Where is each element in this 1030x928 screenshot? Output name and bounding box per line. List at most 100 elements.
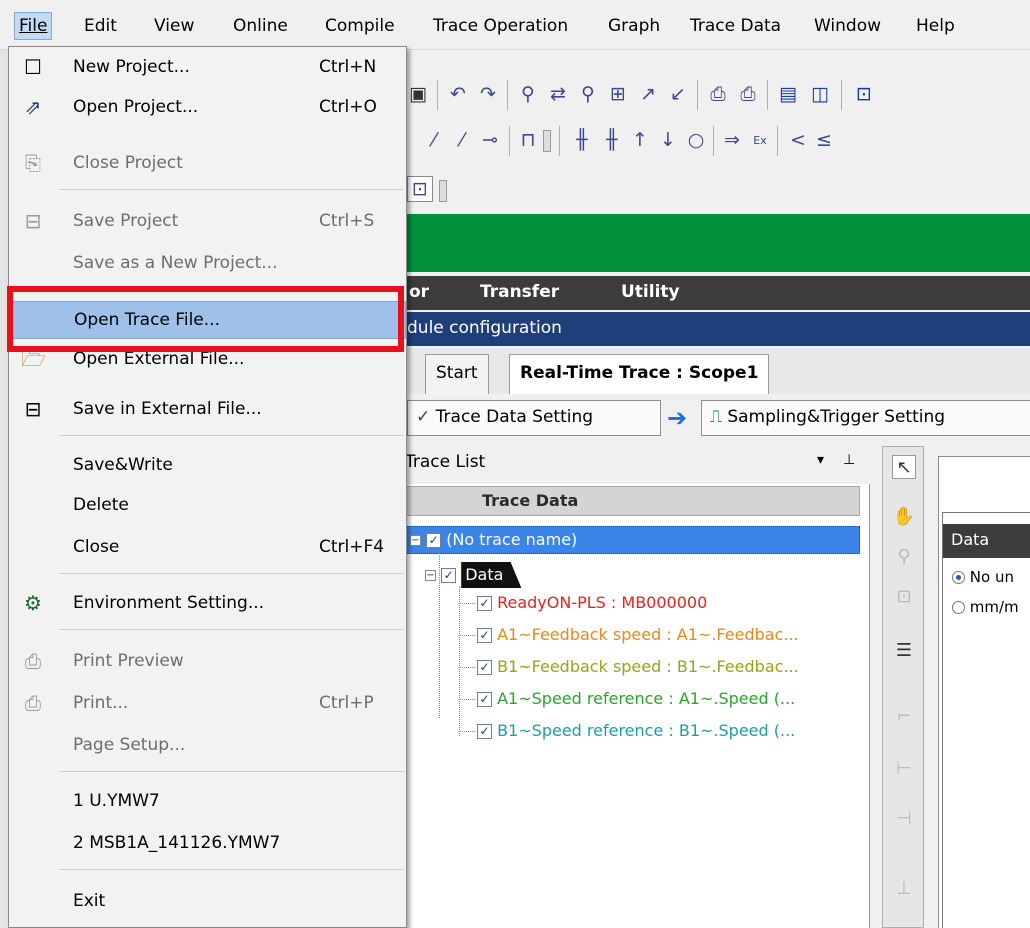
secondary-menu-utility[interactable]: Utility — [621, 282, 680, 302]
undo-icon[interactable]: ↶ — [445, 81, 471, 107]
menu-open-trace-file[interactable]: Open Trace File... — [9, 301, 406, 339]
menu-recent-file-1[interactable]: 1 U.YMW7 — [9, 783, 406, 821]
secondary-menu-transfer[interactable]: Transfer — [480, 282, 559, 302]
trace-group-row[interactable]: − ✓ Data — [425, 562, 575, 590]
menu-save-external-file[interactable]: ⊟ Save in External File... — [9, 391, 406, 429]
menu-delete[interactable]: Delete — [9, 487, 406, 525]
secondary-menu-item[interactable]: or — [409, 282, 429, 302]
sampling-trigger-setting-button[interactable]: ⎍ Sampling&Trigger Setting — [701, 400, 1030, 436]
trace-data-column-header[interactable]: Trace Data — [405, 486, 860, 516]
jump-back-icon[interactable]: ↙ — [665, 81, 691, 107]
menu-file[interactable]: File — [14, 12, 53, 40]
save-all-icon[interactable]: ▣ — [405, 81, 431, 107]
jump-icon[interactable]: ↗ — [635, 81, 661, 107]
menu-open-project[interactable]: ⇗ Open Project... Ctrl+O — [9, 89, 406, 127]
checkbox[interactable]: ✓ — [477, 660, 492, 675]
trace-item-row[interactable]: ✓ A1~Speed reference : A1~.Speed (... — [477, 686, 795, 714]
application-instruction-icon[interactable]: ⇒ — [719, 127, 745, 153]
pin-icon[interactable]: ⊥ — [843, 452, 855, 468]
menu-close[interactable]: Close Ctrl+F4 — [9, 529, 406, 567]
rising-edge-icon[interactable]: ↑ — [627, 127, 653, 153]
split-horizontal-icon[interactable]: ▤ — [775, 81, 801, 107]
unit-radio-none[interactable]: No un — [952, 568, 1014, 586]
cross-reference-icon[interactable]: ⊞ — [605, 81, 631, 107]
tab-start[interactable]: Start — [425, 354, 489, 394]
split-vertical-icon[interactable]: ◫ — [807, 81, 833, 107]
menu-window[interactable]: Window — [810, 12, 885, 40]
trace-item-label: A1~Feedback speed : A1~.Feedbac... — [497, 625, 799, 644]
dropdown-icon[interactable]: ▾ — [817, 452, 824, 468]
menu-compile[interactable]: Compile — [321, 12, 399, 40]
menu-environment-setting[interactable]: ⚙ Environment Setting... — [9, 585, 406, 623]
falling-edge-icon[interactable]: ↓ — [655, 127, 681, 153]
zoom-icon[interactable]: ⚲ — [892, 545, 916, 569]
trace-item-row[interactable]: ✓ B1~Speed reference : B1~.Speed (... — [477, 718, 795, 746]
menu-save-project[interactable]: ⊟ Save Project Ctrl+S — [9, 203, 406, 241]
checkbox[interactable]: ✓ — [477, 692, 492, 707]
find-icon[interactable]: ⚲ — [515, 81, 541, 107]
cursor2-icon[interactable]: ⊢ — [892, 757, 916, 781]
pointer-icon[interactable]: ↖ — [892, 455, 916, 479]
measure-icon[interactable]: ⊥ — [892, 877, 916, 901]
tab-real-time-trace[interactable]: Real-Time Trace : Scope1 — [509, 354, 770, 394]
checkbox[interactable]: ✓ — [441, 568, 457, 583]
checkbox[interactable]: ✓ — [477, 628, 492, 643]
cursor-icon[interactable]: ⌐ — [892, 705, 916, 729]
menu-save-write[interactable]: Save&Write — [9, 447, 406, 485]
menu-separator — [59, 771, 404, 772]
replace-icon[interactable]: ⇄ — [545, 81, 571, 107]
contact-close-icon[interactable]: ⁄ — [449, 127, 475, 153]
menu-view[interactable]: View — [150, 12, 198, 40]
toolbar-separator — [509, 126, 510, 156]
parallel-close-icon[interactable]: ╫ — [599, 127, 625, 153]
menu-shortcut: Ctrl+O — [319, 97, 377, 117]
checkbox[interactable]: ✓ — [477, 724, 492, 739]
menu-trace-operation[interactable]: Trace Operation — [429, 12, 572, 40]
ladder-block-icon[interactable]: ⊓ — [515, 127, 541, 153]
ladder-dropdown-icon[interactable] — [543, 130, 551, 152]
collapse-icon[interactable]: − — [425, 570, 436, 581]
coil-icon[interactable]: ⊸ — [477, 127, 503, 153]
menu-help[interactable]: Help — [912, 12, 959, 40]
menu-exit[interactable]: Exit — [9, 883, 406, 921]
unit-radio-mm[interactable]: mm/m — [952, 598, 1019, 616]
menu-save-as-new-project[interactable]: Save as a New Project... — [9, 245, 406, 283]
fit-window-icon[interactable]: ⊡ — [851, 81, 877, 107]
find-device-icon[interactable]: ⚲ — [575, 81, 601, 107]
print-icon[interactable]: ⎙ — [705, 81, 731, 107]
coil-out-icon[interactable]: ○ — [683, 127, 709, 153]
menu-trace-data[interactable]: Trace Data — [686, 12, 785, 40]
menu-shortcut: Ctrl+P — [319, 693, 374, 713]
compare-less-icon[interactable]: < — [785, 127, 811, 153]
express-icon[interactable]: Ex — [747, 127, 773, 153]
compare-lesseq-icon[interactable]: ≤ — [811, 127, 837, 153]
menu-graph[interactable]: Graph — [604, 12, 664, 40]
menu-open-external-file[interactable]: 🗁 Open External File... — [9, 341, 406, 379]
print-preview-icon[interactable]: ⎙ — [735, 81, 761, 107]
format-icon[interactable]: ⊡ — [407, 176, 433, 202]
contact-open-icon[interactable]: ⁄ — [421, 127, 447, 153]
trace-item-row[interactable]: ✓ B1~Feedback speed : B1~.Feedbac... — [477, 654, 799, 682]
menu-online[interactable]: Online — [229, 12, 292, 40]
trace-data-setting-button[interactable]: ✓ Trace Data Setting — [407, 400, 661, 436]
checkbox[interactable]: ✓ — [477, 596, 492, 611]
trace-item-row[interactable]: ✓ ReadyON-PLS : MB000000 — [477, 590, 707, 618]
redo-icon[interactable]: ↷ — [475, 81, 501, 107]
cursor3-icon[interactable]: ⊣ — [892, 807, 916, 831]
menu-print[interactable]: ⎙ Print... Ctrl+P — [9, 685, 406, 723]
format-dropdown-icon[interactable] — [439, 180, 447, 202]
checkbox[interactable]: ✓ — [426, 533, 442, 548]
menu-print-preview[interactable]: ⎙ Print Preview — [9, 643, 406, 681]
menu-close-project[interactable]: ⎘ Close Project — [9, 145, 406, 183]
parallel-contact-icon[interactable]: ╫ — [569, 127, 595, 153]
hand-icon[interactable]: ✋ — [892, 505, 916, 529]
trace-root-row[interactable]: − ✓ (No trace name) — [405, 526, 860, 554]
zoom-area-icon[interactable]: ⊡ — [892, 585, 916, 609]
menu-page-setup[interactable]: Page Setup... — [9, 727, 406, 765]
trace-item-row[interactable]: ✓ A1~Feedback speed : A1~.Feedbac... — [477, 622, 799, 650]
layout-icon[interactable]: ☰ — [892, 639, 916, 663]
menu-edit[interactable]: Edit — [80, 12, 121, 40]
menu-recent-file-2[interactable]: 2 MSB1A_141126.YMW7 — [9, 825, 406, 863]
collapse-icon[interactable]: − — [410, 535, 421, 546]
menu-new-project[interactable]: ☐ New Project... Ctrl+N — [9, 49, 406, 87]
